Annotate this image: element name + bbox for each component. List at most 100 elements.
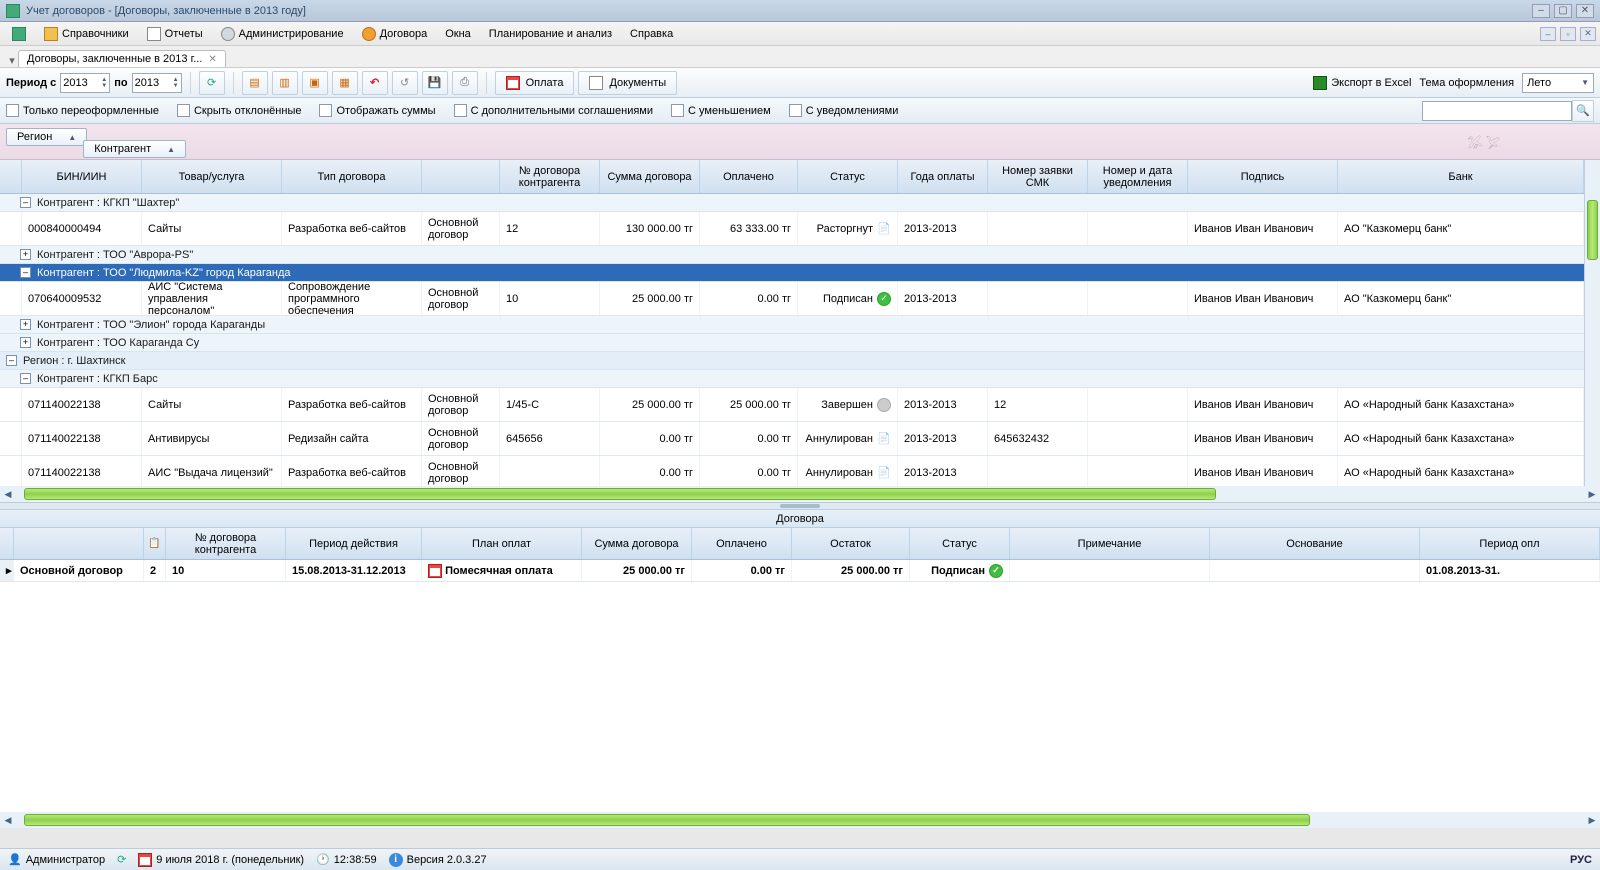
det-hscroll-thumb[interactable]	[24, 814, 1310, 826]
det-col-paid[interactable]: Оплачено	[692, 528, 792, 559]
grid-body[interactable]: –Контрагент : КГКП "Шахтер" 000840000494…	[0, 194, 1584, 486]
col-bin[interactable]: БИН/ИИН	[22, 160, 142, 193]
det-col-note[interactable]: Примечание	[1010, 528, 1210, 559]
group-header[interactable]: –Регион : г. Шахтинск	[0, 352, 1584, 370]
hscroll-left[interactable]: ◀	[0, 487, 16, 501]
col-osn[interactable]	[422, 160, 500, 193]
tab-close-icon[interactable]: ✕	[208, 54, 216, 65]
table-row[interactable]: 071140022138 Антивирусы Редизайн сайта О…	[0, 422, 1584, 456]
menu-planning[interactable]: Планирование и анализ	[481, 25, 620, 43]
detail-hscroll[interactable]: ◀ ▶	[0, 812, 1600, 828]
tb-delete-button[interactable]: ▦	[332, 71, 358, 95]
expand-icon[interactable]: –	[20, 373, 31, 384]
group-region[interactable]: Регион▲	[6, 128, 87, 146]
theme-combo[interactable]: Лето▼	[1522, 73, 1594, 93]
chk-with-decrease[interactable]: С уменьшением	[671, 104, 771, 117]
det-col-status[interactable]: Статус	[910, 528, 1010, 559]
hscroll-thumb[interactable]	[24, 488, 1216, 500]
status-lang[interactable]: РУС	[1570, 854, 1592, 866]
expand-icon[interactable]: –	[6, 355, 17, 366]
group-header[interactable]: –Контрагент : КГКП Барс	[0, 370, 1584, 388]
detail-row[interactable]: ▸ Основной договор 2 10 15.08.2013-31.12…	[0, 560, 1600, 582]
group-header[interactable]: +Контрагент : ТОО "Аврора-PS"	[0, 246, 1584, 264]
documents-button[interactable]: Документы	[578, 71, 677, 95]
expand-icon[interactable]: –	[20, 267, 31, 278]
expand-icon[interactable]: +	[20, 319, 31, 330]
menu-app-icon[interactable]	[4, 24, 34, 44]
col-years[interactable]: Года оплаты	[898, 160, 988, 193]
expand-icon[interactable]: +	[20, 337, 31, 348]
group-header[interactable]: +Контрагент : ТОО "Элион" города Караган…	[0, 316, 1584, 334]
menu-reports[interactable]: Отчеты	[139, 24, 211, 44]
menu-admin[interactable]: Администрирование	[213, 24, 352, 44]
mdi-close-button[interactable]: ✕	[1580, 27, 1596, 41]
col-sign[interactable]: Подпись	[1188, 160, 1338, 193]
vscroll-thumb[interactable]	[1587, 200, 1598, 260]
search-button[interactable]: 🔍	[1572, 100, 1594, 122]
group-header[interactable]: +Контрагент : ТОО Караганда Су	[0, 334, 1584, 352]
tb-save-button[interactable]: 💾	[422, 71, 448, 95]
col-number[interactable]: № договора контрагента	[500, 160, 600, 193]
payment-button[interactable]: Оплата	[495, 71, 575, 95]
table-row[interactable]: 071140022138 АИС "Выдача лицензий" Разра…	[0, 456, 1584, 486]
menu-references[interactable]: Справочники	[36, 24, 137, 44]
det-col-sum[interactable]: Сумма договора	[582, 528, 692, 559]
col-bank[interactable]: Банк	[1338, 160, 1584, 193]
det-col-icon[interactable]: 📋	[144, 528, 166, 559]
det-hscroll-left[interactable]: ◀	[0, 813, 16, 827]
hscroll-right[interactable]: ▶	[1584, 487, 1600, 501]
table-row[interactable]: 070640009532 АИС "Система управления пер…	[0, 282, 1584, 316]
det-col-basis[interactable]: Основание	[1210, 528, 1420, 559]
table-row[interactable]: 071140022138 Сайты Разработка веб-сайтов…	[0, 388, 1584, 422]
export-excel-button[interactable]: Экспорт в Excel	[1313, 76, 1411, 90]
expand-icon[interactable]: +	[20, 249, 31, 260]
col-type[interactable]: Тип договора	[282, 160, 422, 193]
menu-help[interactable]: Справка	[622, 25, 681, 43]
col-paid[interactable]: Оплачено	[700, 160, 798, 193]
maximize-button[interactable]: ▢	[1554, 4, 1572, 18]
group-header[interactable]: –Контрагент : КГКП "Шахтер"	[0, 194, 1584, 212]
group-contragent[interactable]: Контрагент▲	[83, 140, 186, 158]
det-hscroll-right[interactable]: ▶	[1584, 813, 1600, 827]
det-col-num[interactable]: № договора контрагента	[166, 528, 286, 559]
menu-contracts[interactable]: Договора	[354, 24, 436, 44]
tb-copy-button[interactable]: ▣	[302, 71, 328, 95]
table-row[interactable]: 000840000494 Сайты Разработка веб-сайтов…	[0, 212, 1584, 246]
tb-edit-button[interactable]: ▥	[272, 71, 298, 95]
splitter[interactable]	[0, 502, 1600, 510]
tb-refresh-button[interactable]: ⟳	[199, 71, 225, 95]
tb-print-button[interactable]: ⎙	[452, 71, 478, 95]
chk-hide-declined[interactable]: Скрыть отклонённые	[177, 104, 301, 117]
chk-with-notifications[interactable]: С уведомлениями	[789, 104, 899, 117]
chk-with-addl[interactable]: С дополнительными соглашениями	[454, 104, 653, 117]
det-col-plan[interactable]: План оплат	[422, 528, 582, 559]
col-status[interactable]: Статус	[798, 160, 898, 193]
period-to-spinner[interactable]: 2013▲▼	[132, 73, 182, 93]
mdi-minimize-button[interactable]: –	[1540, 27, 1556, 41]
det-col-rest[interactable]: Остаток	[792, 528, 910, 559]
col-sum[interactable]: Сумма договора	[600, 160, 700, 193]
close-button[interactable]: ✕	[1576, 4, 1594, 18]
mdi-restore-button[interactable]: ▫	[1560, 27, 1576, 41]
col-notif[interactable]: Номер и дата уведомления	[1088, 160, 1188, 193]
det-col-label[interactable]	[14, 528, 144, 559]
tb-new-button[interactable]: ▤	[242, 71, 268, 95]
det-col-plperiod[interactable]: Период опл	[1420, 528, 1600, 559]
search-input[interactable]	[1422, 101, 1572, 121]
tab-list-dropdown[interactable]: ▾	[6, 54, 18, 67]
grid-vscroll[interactable]	[1584, 160, 1600, 486]
tb-undo-button[interactable]: ↺	[392, 71, 418, 95]
group-panel[interactable]: Регион▲ Контрагент▲ 𓅮 𓅯	[0, 124, 1600, 160]
grid-hscroll[interactable]: ◀ ▶	[0, 486, 1600, 502]
tab-contracts-2013[interactable]: Договоры, заключенные в 2013 г... ✕	[18, 50, 226, 67]
chk-only-reissued[interactable]: Только переоформленные	[6, 104, 159, 117]
group-header[interactable]: –Контрагент : ТОО "Людмила-KZ" город Кар…	[0, 264, 1584, 282]
status-refresh[interactable]: ⟳	[117, 853, 126, 866]
period-from-spinner[interactable]: 2013▲▼	[60, 73, 110, 93]
det-col-period[interactable]: Период действия	[286, 528, 422, 559]
expand-icon[interactable]: –	[20, 197, 31, 208]
col-expand[interactable]	[0, 160, 22, 193]
minimize-button[interactable]: –	[1532, 4, 1550, 18]
menu-windows[interactable]: Окна	[437, 25, 479, 43]
det-rowhead[interactable]	[0, 528, 14, 559]
